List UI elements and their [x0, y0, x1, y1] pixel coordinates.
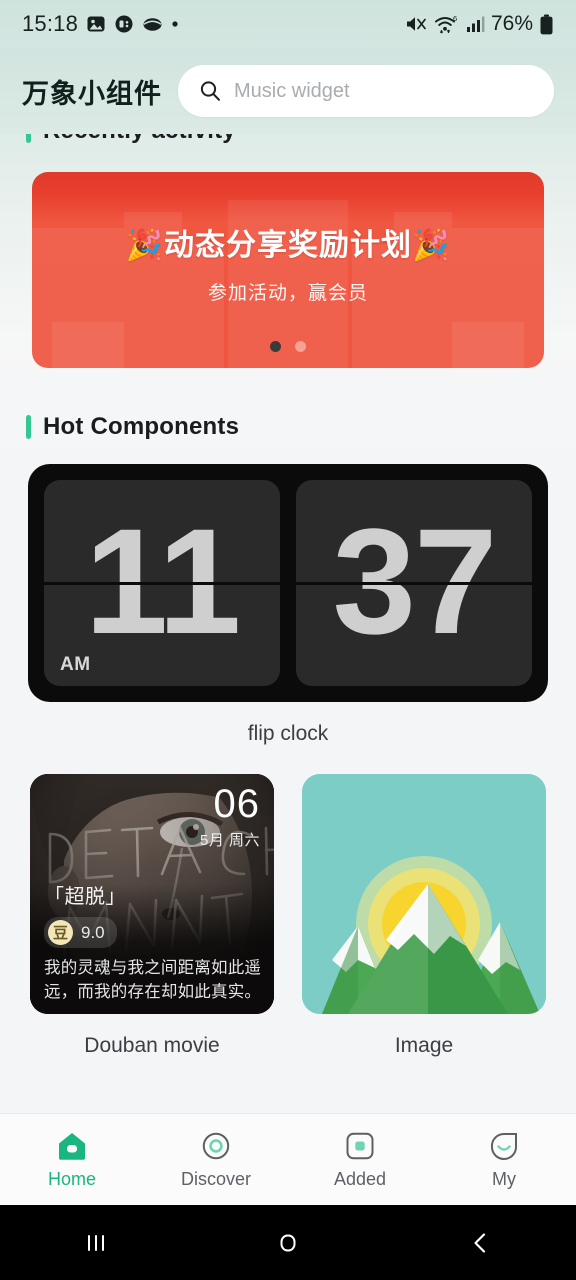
battery-icon	[540, 14, 553, 34]
banner-carousel-wrap: 🎉动态分享奖励计划🎉 参加活动，赢会员	[0, 152, 576, 368]
douban-rating-value: 9.0	[81, 922, 105, 942]
carousel-dots	[32, 341, 544, 352]
widget-cell-douban: 06 5月 周六 「超脱」 豆 9.0 我的灵魂与我之间距离如此遥远，而我的存在…	[30, 774, 274, 1058]
flip-clock-hour: 11	[84, 497, 242, 665]
app-circle-icon	[115, 15, 133, 33]
widget-label-flip-clock: flip clock	[247, 722, 329, 745]
dot-icon	[172, 21, 178, 27]
carousel-dot-2[interactable]	[295, 341, 306, 352]
home-icon	[59, 1132, 85, 1160]
section-title-hot: Hot Components	[43, 413, 240, 440]
search-icon	[200, 81, 220, 101]
douban-logo-icon: 豆	[48, 920, 73, 946]
tab-label-added: Added	[333, 1168, 387, 1189]
flip-clock-meridiem: AM	[60, 654, 91, 675]
tab-label-discover: Discover	[180, 1168, 251, 1189]
banner-title: 🎉动态分享奖励计划🎉	[125, 228, 451, 262]
wifi6-icon: 6	[434, 14, 457, 34]
widget-label-douban: Douban movie	[84, 1034, 220, 1057]
tab-label-my: My	[492, 1168, 516, 1189]
flip-clock-widget[interactable]: 11 AM 37	[28, 464, 548, 702]
mountain-sunrise-icon	[302, 774, 546, 1014]
section-header-hot: Hot Components	[0, 406, 576, 448]
flip-clock-wrap: 11 AM 37 flip clock	[0, 448, 576, 746]
app-header: 万象小组件 Music widget	[0, 48, 576, 134]
tab-my[interactable]: My	[432, 1130, 576, 1190]
douban-quote: 我的灵魂与我之间距离如此遥远，而我的存在却如此真实。	[44, 959, 262, 1001]
douban-date-block: 06 5月 周六	[200, 784, 260, 850]
douban-rating-badge: 豆 9.0	[44, 917, 117, 949]
gallery-icon	[87, 16, 105, 32]
douban-day: 06	[213, 782, 260, 826]
profile-icon	[490, 1132, 517, 1160]
image-widget[interactable]	[302, 774, 546, 1014]
carousel-dot-1[interactable]	[270, 341, 281, 352]
app-title: 万象小组件	[22, 78, 162, 109]
tab-label-home: Home	[47, 1168, 96, 1189]
tab-discover[interactable]: Discover	[144, 1130, 288, 1190]
leaf-icon	[143, 18, 162, 31]
recents-icon	[88, 1234, 104, 1251]
douban-month-weekday: 5月 周六	[199, 832, 260, 849]
mute-icon	[406, 17, 426, 31]
tab-added[interactable]: Added	[288, 1130, 432, 1190]
home-button[interactable]	[192, 1229, 384, 1257]
scroll-content: Recently activity 🎉动态分享奖励计划🎉 参加活动，赢会员	[0, 110, 576, 1058]
flip-clock-minute: 37	[332, 497, 498, 665]
banner-subtitle: 参加活动，赢会员	[207, 282, 368, 304]
signal-icon	[466, 16, 485, 32]
recents-button[interactable]	[0, 1229, 192, 1257]
widget-cell-image: Image	[302, 774, 546, 1058]
home-nav-icon	[280, 1234, 296, 1251]
compass-icon	[202, 1132, 230, 1159]
back-icon	[474, 1232, 486, 1253]
status-bar-clock: 15:18	[22, 11, 79, 36]
widget-label-image: Image	[394, 1034, 454, 1057]
status-bar-right: 6 76%	[404, 12, 554, 36]
accent-bar-icon	[26, 415, 31, 439]
battery-percent-label: 76%	[490, 12, 533, 35]
flip-clock-minute-card: 37	[296, 480, 532, 686]
search-input[interactable]: Music widget	[234, 80, 350, 103]
search-bar[interactable]: Music widget	[178, 65, 554, 117]
douban-info-block: 「超脱」 豆 9.0 我的灵魂与我之间距离如此遥远，而我的存在却如此真实。	[44, 880, 262, 1004]
bottom-tab-bar: Home Discover Added My	[0, 1113, 576, 1205]
phone-screen: Recently activity 🎉动态分享奖励计划🎉 参加活动，赢会员	[0, 0, 576, 1280]
tab-home[interactable]: Home	[0, 1130, 144, 1190]
douban-movie-widget[interactable]: 06 5月 周六 「超脱」 豆 9.0 我的灵魂与我之间距离如此遥远，而我的存在…	[30, 774, 274, 1014]
promo-banner[interactable]: 🎉动态分享奖励计划🎉 参加活动，赢会员	[32, 172, 544, 368]
back-button[interactable]	[384, 1229, 576, 1257]
square-icon	[346, 1132, 374, 1159]
status-bar-left: 15:18	[22, 11, 179, 37]
douban-movie-title: 「超脱」	[44, 886, 126, 909]
svg-text:6: 6	[453, 14, 457, 23]
flip-clock-hour-card: 11 AM	[44, 480, 280, 686]
status-bar: 15:18 6 76%	[0, 0, 576, 48]
android-navigation-bar	[0, 1205, 576, 1280]
widget-grid: 06 5月 周六 「超脱」 豆 9.0 我的灵魂与我之间距离如此遥远，而我的存在…	[0, 746, 576, 1058]
